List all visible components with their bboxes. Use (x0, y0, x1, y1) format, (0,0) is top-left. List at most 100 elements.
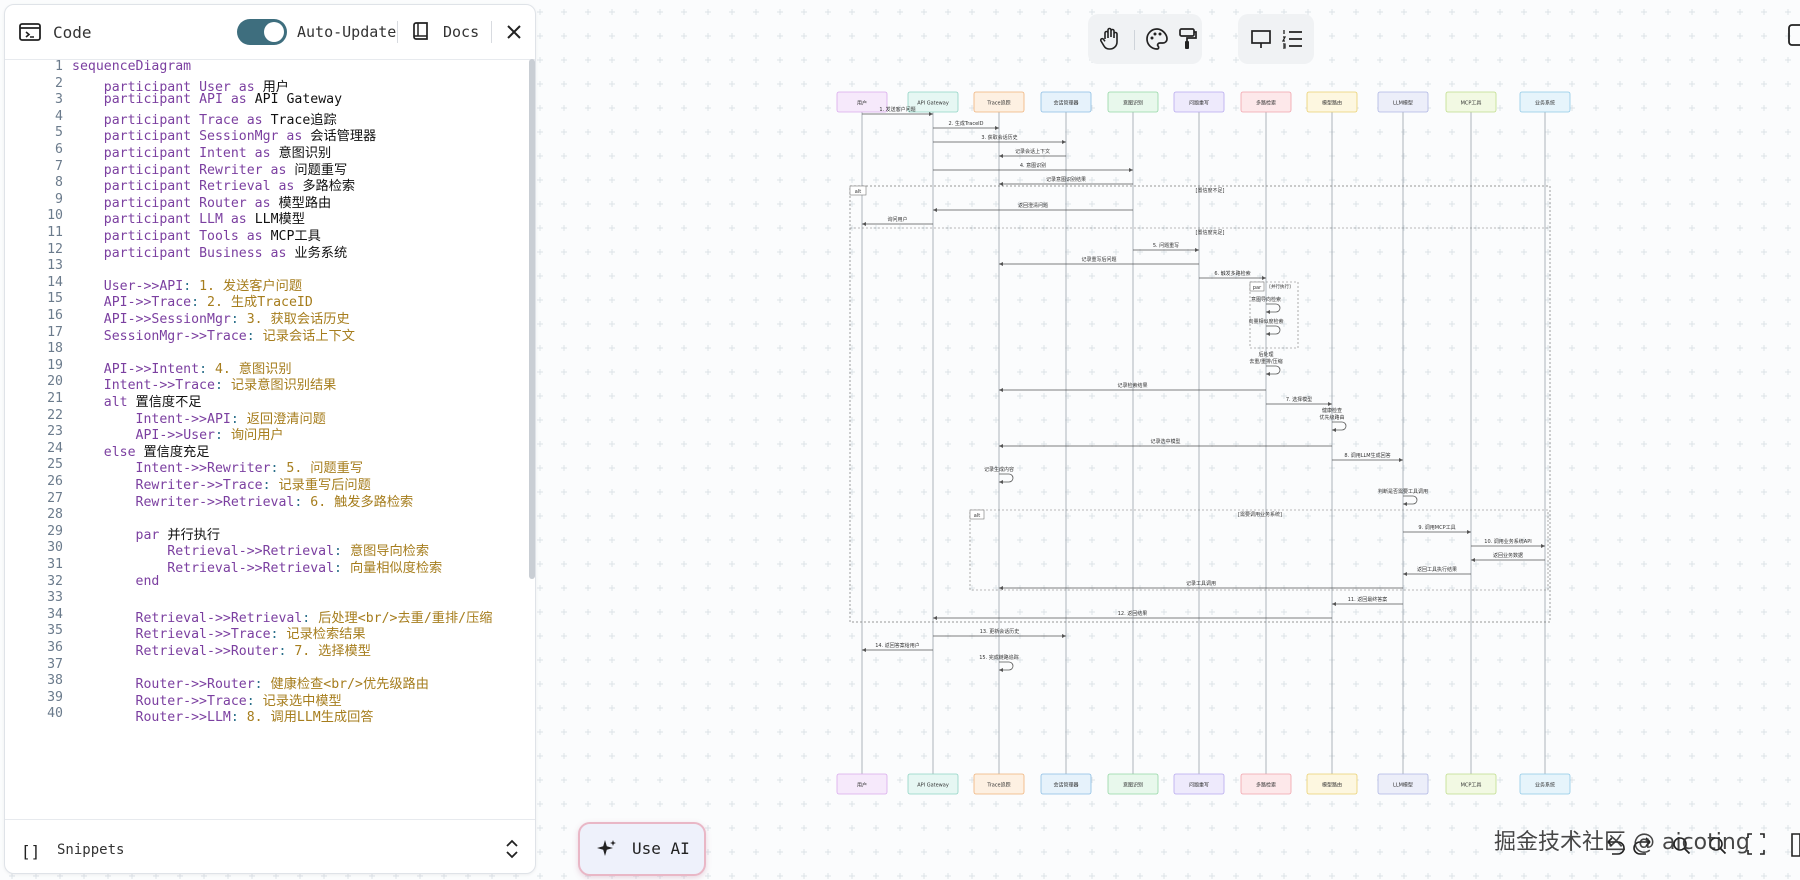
use-ai-label: Use AI (632, 839, 690, 858)
line-number: 33 (47, 590, 63, 606)
arrow-head (1332, 428, 1336, 432)
arrow-head (1266, 332, 1270, 336)
message-label: 去重/重排/压缩 (1249, 358, 1282, 365)
close-icon[interactable] (505, 23, 523, 41)
panel-title: Code (53, 23, 92, 42)
message-label: 返回业务数据 (1493, 552, 1523, 559)
line-number: 8 (55, 175, 63, 191)
arrow-head (999, 586, 1003, 590)
alt-fragment (849, 185, 1551, 623)
fit-screen-icon[interactable] (1747, 833, 1765, 855)
participant-label: Trace追踪 (986, 782, 1010, 789)
arrow-head (862, 648, 866, 652)
message-label: 11. 返回最终答案 (1348, 596, 1388, 603)
line-number: 36 (47, 640, 63, 655)
list-icon[interactable] (1278, 24, 1308, 54)
par-fragment (1249, 281, 1299, 349)
arrow-head (1266, 310, 1270, 314)
participant-label: 模型路由 (1322, 782, 1342, 789)
fragment-condition: [置信度充足] (1196, 229, 1225, 236)
divider (491, 21, 492, 43)
line-number: 38 (47, 673, 63, 689)
arrow-head (999, 388, 1003, 392)
editor-header: Code Auto-Update Docs (5, 5, 535, 60)
participant-label: 会话管理器 (1053, 782, 1078, 789)
fragment-condition: [并行执行] (1269, 283, 1291, 290)
view-toolbar (1238, 14, 1314, 64)
message-label: 优先级路由 (1319, 414, 1344, 421)
message-label: 返回工具执行结果 (1417, 566, 1457, 573)
message-label: 9. 调用MCP工具 (1418, 524, 1455, 531)
paint-roller-icon[interactable] (1172, 24, 1202, 54)
line-number: 29 (47, 523, 63, 539)
self-message (1266, 365, 1281, 375)
participant-label: LLM模型 (1393, 100, 1413, 107)
arrow-head (999, 182, 1003, 186)
chevron-up-down-icon[interactable] (505, 838, 519, 860)
participant-label: LLM模型 (1393, 782, 1413, 789)
line-number: 17 (47, 324, 63, 340)
message-label: 4. 意图识别 (1020, 162, 1046, 169)
self-message (1403, 495, 1418, 505)
message-label: 记录工具调用 (1186, 580, 1216, 587)
message-label: 意图导向检索 (1251, 296, 1281, 303)
message-label: 7. 选择模型 (1286, 396, 1312, 403)
line-number: 10 (47, 208, 63, 224)
line-number: 14 (47, 274, 63, 290)
book-icon[interactable] (413, 21, 431, 41)
code-editor[interactable]: 1 sequenceDiagram 2 participant User as 用户… (5, 59, 535, 819)
arrow-head (1129, 168, 1133, 172)
participant-label: 会话管理器 (1053, 100, 1078, 107)
line-number: 32 (47, 573, 63, 589)
arrow-head (1062, 634, 1066, 638)
arrow-head (862, 222, 866, 226)
hand-icon[interactable] (1096, 24, 1126, 54)
arrow-head (999, 480, 1003, 484)
message-label: 12. 返回结果 (1118, 610, 1148, 617)
fragment-condition: [需要调用业务系统] (1238, 511, 1282, 518)
participant-label: 业务系统 (1535, 100, 1555, 107)
participant-label: 用户 (857, 782, 867, 789)
sequence-diagram[interactable]: 用户 API Gateway Trace追踪 会话管理器 意图识别 问题重写 多路检索 模型路… (830, 88, 1580, 808)
panel-toggle-icon[interactable] (1791, 833, 1800, 857)
snippets-bar[interactable]: [] Snippets (5, 819, 535, 873)
message-label: 判断是否需要工具调用 (1378, 488, 1428, 495)
line-number: 15 (47, 291, 63, 307)
code-text: sequenceDiagram (72, 59, 192, 74)
arrow-head (999, 668, 1003, 672)
message-label: 6. 触发多路检索 (1214, 270, 1250, 277)
use-ai-button[interactable]: Use AI (578, 822, 706, 876)
divider (1134, 30, 1135, 50)
message-label: 记录重写后问题 (1081, 256, 1116, 263)
edge-panel-icon[interactable] (1788, 22, 1800, 48)
auto-update-label: Auto-Update (297, 23, 397, 41)
presentation-icon[interactable] (1246, 24, 1276, 54)
message-label: 1. 发送客户问题 (879, 106, 915, 113)
message-label: 健康检查 (1322, 407, 1342, 414)
code-line[interactable]: 40 Router->>LLM: 8. 调用LLM生成回答 (5, 706, 529, 725)
docs-button[interactable]: Docs (443, 23, 479, 41)
fragment-label: alt (974, 513, 980, 519)
message-label: 询问用户 (887, 216, 907, 223)
line-number: 31 (47, 557, 63, 572)
line-number: 9 (55, 191, 63, 207)
line-number: 24 (47, 440, 63, 456)
line-number: 27 (47, 490, 63, 506)
line-number: 40 (47, 706, 63, 722)
palette-icon[interactable] (1142, 24, 1172, 54)
message-label: 记录意图识别结果 (1046, 176, 1086, 183)
line-number: 37 (47, 656, 63, 672)
line-number: 28 (47, 507, 63, 523)
self-message (999, 473, 1014, 483)
code-window-icon (19, 23, 41, 41)
canvas-toolbar (1088, 14, 1202, 64)
arrow-head (1403, 502, 1407, 506)
line-number: 30 (47, 540, 63, 556)
arrow-head (995, 126, 999, 130)
auto-update-toggle[interactable] (237, 19, 287, 45)
message-label: 8. 调用LLM生成回答 (1344, 452, 1390, 459)
editor-scrollbar[interactable] (529, 59, 535, 579)
message-label: 10. 调用业务系统API (1484, 538, 1531, 545)
line-number: 35 (47, 623, 63, 639)
arrow-head (1328, 402, 1332, 406)
